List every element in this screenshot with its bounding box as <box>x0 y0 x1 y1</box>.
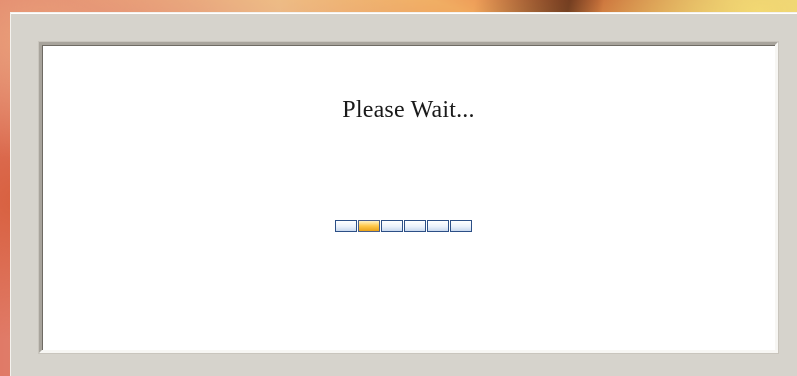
wait-dialog: Please Wait... <box>10 12 797 376</box>
dialog-content-panel: Please Wait... <box>39 42 778 353</box>
progress-segment <box>358 220 380 232</box>
progress-segment <box>450 220 472 232</box>
progress-indicator <box>335 220 472 232</box>
progress-segment <box>427 220 449 232</box>
progress-segment <box>381 220 403 232</box>
progress-segment <box>404 220 426 232</box>
progress-segment <box>335 220 357 232</box>
wait-message: Please Wait... <box>342 97 475 123</box>
